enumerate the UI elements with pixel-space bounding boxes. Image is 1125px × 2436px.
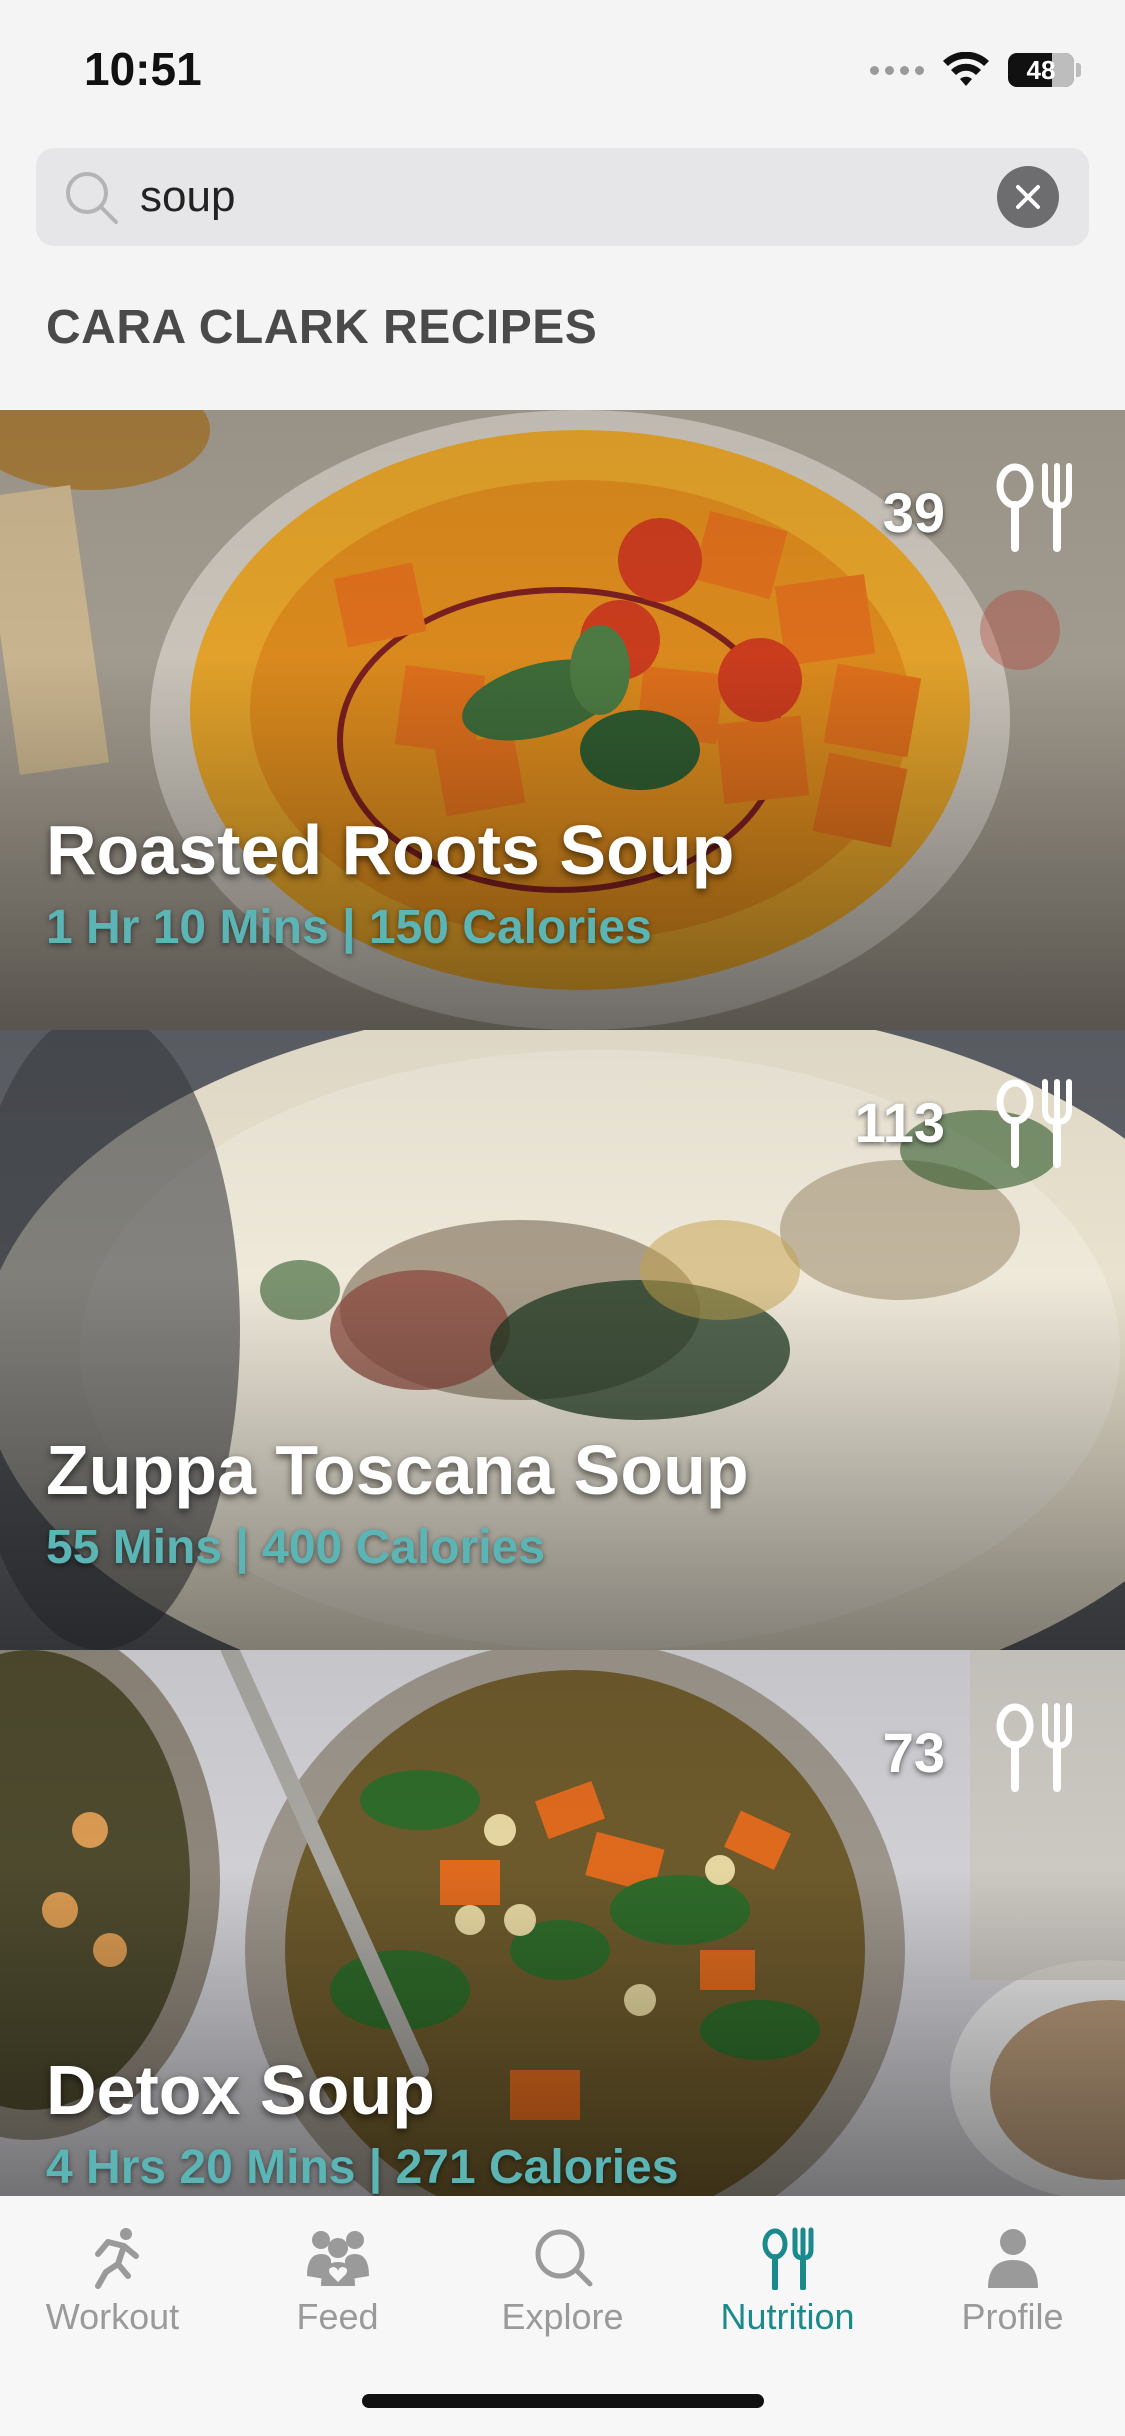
recipe-title: Roasted Roots Soup bbox=[46, 811, 735, 889]
search-icon bbox=[66, 172, 118, 224]
tab-feed[interactable]: Feed bbox=[225, 2226, 450, 2346]
home-indicator bbox=[362, 2394, 764, 2408]
battery-icon: 48 bbox=[1008, 53, 1074, 87]
recipe-card-roasted-roots[interactable]: 39 Roasted Roots Soup 1 Hr 10 Mins | 150… bbox=[0, 410, 1125, 1030]
recipe-meta: 1 Hr 10 Mins | 150 Calories bbox=[46, 901, 652, 954]
tab-workout[interactable]: Workout bbox=[0, 2226, 225, 2346]
signal-icon bbox=[870, 65, 924, 75]
battery-level: 48 bbox=[1026, 54, 1056, 85]
recipe-card-zuppa-toscana[interactable]: 113 Zuppa Toscana Soup 55 Mins | 400 Cal… bbox=[0, 1030, 1125, 1650]
tab-label: Nutrition bbox=[720, 2296, 855, 2337]
recipe-count: 73 bbox=[882, 1721, 945, 1784]
clear-search-button[interactable] bbox=[997, 166, 1059, 228]
status-bar: 10:51 48 bbox=[0, 0, 1125, 140]
recipe-meta: 55 Mins | 400 Calories bbox=[46, 1521, 546, 1574]
wifi-icon bbox=[943, 52, 989, 86]
utensils-icon[interactable] bbox=[989, 1700, 1079, 1792]
runner-icon bbox=[94, 2228, 139, 2289]
recipe-title: Zuppa Toscana Soup bbox=[46, 1431, 749, 1509]
section-title: CARA CLARK RECIPES bbox=[46, 301, 598, 354]
close-icon bbox=[1016, 185, 1040, 209]
person-icon bbox=[987, 2229, 1038, 2288]
recipe-meta: 4 Hrs 20 Mins | 271 Calories bbox=[46, 2141, 679, 2194]
clock: 10:51 bbox=[84, 43, 202, 95]
recipe-count: 39 bbox=[882, 481, 945, 544]
utensils-icon[interactable] bbox=[989, 460, 1079, 552]
search-input[interactable] bbox=[140, 166, 1000, 228]
utensils-icon bbox=[762, 2227, 813, 2290]
search-icon bbox=[535, 2229, 592, 2287]
group-icon bbox=[306, 2231, 369, 2286]
tab-nutrition[interactable]: Nutrition bbox=[675, 2226, 900, 2346]
recipe-count: 113 bbox=[854, 1091, 945, 1154]
tab-label: Feed bbox=[296, 2296, 379, 2337]
recipe-title: Detox Soup bbox=[46, 2051, 435, 2129]
recipe-card-detox[interactable]: 73 Detox Soup 4 Hrs 20 Mins | 271 Calori… bbox=[0, 1650, 1125, 2196]
tab-profile[interactable]: Profile bbox=[900, 2226, 1125, 2346]
status-icons: 48 bbox=[870, 48, 1081, 92]
search-bar[interactable] bbox=[36, 148, 1089, 246]
tab-label: Explore bbox=[501, 2296, 624, 2337]
tab-label: Workout bbox=[45, 2296, 180, 2337]
utensils-icon[interactable] bbox=[989, 1076, 1079, 1168]
tab-label: Profile bbox=[961, 2296, 1064, 2337]
tab-explore[interactable]: Explore bbox=[450, 2226, 675, 2346]
